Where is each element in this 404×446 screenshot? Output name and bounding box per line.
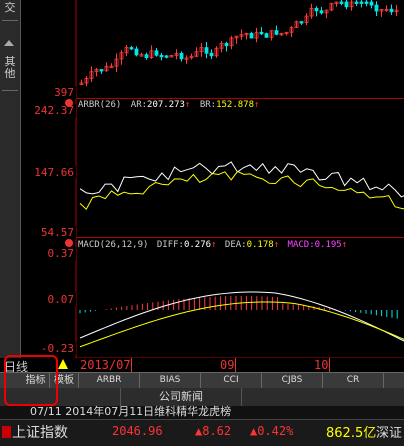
candle-body	[274, 30, 279, 35]
macd-axis-low: -0.23	[22, 342, 76, 355]
macd-diff-line	[79, 291, 404, 342]
tab-cci[interactable]: CCI	[201, 373, 262, 388]
candle-body	[144, 54, 149, 58]
index-status-bar: 上证指数 2046.96 ▲8.62 ▲0.42% 862.5亿 深证	[0, 419, 404, 446]
macd-diff-arrow: ↑	[211, 240, 217, 250]
tab-bias[interactable]: BIAS	[140, 373, 201, 388]
candle-body	[154, 50, 159, 56]
macd-settings-icon[interactable]	[65, 239, 73, 247]
macd-dea-value: 0.178	[246, 240, 274, 250]
panel-separator	[76, 98, 404, 99]
date-tick	[131, 358, 132, 372]
macd-axis-mid: 0.07	[22, 293, 76, 306]
indicator-tabs-bar: 指标 模板 ARBR BIAS CCI CJBS CR	[0, 372, 404, 389]
arbr-br-label: BR:	[199, 100, 217, 110]
ticker-headline[interactable]: 07/11 2014年07月11日维科精华龙虎榜	[30, 403, 231, 419]
candle-body	[359, 1, 364, 4]
candle-body	[344, 1, 349, 8]
index-value: 2046.96	[112, 424, 163, 438]
index-change-pct: ▲0.42%	[250, 424, 294, 438]
candle-body	[339, 1, 344, 4]
date-label-start: 2013/07	[80, 358, 131, 372]
highlight-annotation	[4, 355, 58, 406]
macd-diff-value: 0.276	[183, 240, 212, 250]
candle-body	[164, 55, 169, 58]
candle-body	[224, 42, 229, 47]
macd-macd-label: MACD:	[287, 240, 315, 250]
index-name[interactable]: 上证指数	[12, 422, 68, 442]
date-label-month-1: 09	[220, 358, 235, 372]
arbr-axis-low: 54.57	[22, 226, 76, 239]
date-tick	[235, 358, 236, 372]
tab-cr[interactable]: CR	[323, 373, 384, 388]
next-index-name[interactable]: 深证	[376, 422, 402, 441]
price-axis-low-label: 397	[22, 86, 76, 99]
candle-body	[369, 1, 374, 6]
macd-series	[79, 291, 404, 348]
candle-body	[364, 1, 369, 4]
candle-body	[319, 10, 324, 14]
candle-body	[204, 47, 209, 54]
macd-axis-top: 0.37	[22, 247, 76, 260]
candle-body	[354, 1, 359, 4]
macd-macd-arrow: ↑	[341, 240, 348, 250]
candle-body	[99, 69, 104, 72]
macd-dea-label: DEA:	[224, 240, 247, 250]
warning-icon	[58, 359, 68, 369]
arbr-header: ARBR(26) AR:207.273↑ BR:152.878↑	[78, 100, 259, 110]
date-tick	[329, 358, 330, 372]
candle-body	[134, 48, 139, 56]
index-change: ▲8.62	[195, 424, 232, 438]
date-axis-bar: 日线 2013/07 09 10	[0, 358, 404, 374]
index-turnover: 862.5亿	[326, 426, 377, 441]
index-flag-icon	[2, 426, 11, 438]
macd-diff-label: DIFF:	[156, 240, 184, 250]
tab-cjbs[interactable]: CJBS	[262, 373, 323, 388]
macd-name: MACD(26,12,9)	[78, 240, 149, 250]
macd-macd-value: 0.195	[314, 240, 342, 250]
arbr-ar-arrow: ↑	[184, 100, 191, 110]
macd-header: MACD(26,12,9) DIFF:0.276↑ DEA:0.178↑ MAC…	[78, 240, 347, 250]
arbr-axis-mid: 147.66	[22, 166, 76, 179]
arbr-settings-icon[interactable]	[65, 99, 73, 107]
candle-body	[374, 4, 379, 12]
candlestick-series	[79, 0, 399, 87]
news-ticker: 07/11 2014年07月11日维科精华龙虎榜	[0, 403, 404, 419]
candle-body	[259, 31, 264, 35]
arbr-name: ARBR(26)	[78, 100, 122, 110]
macd-dea-arrow: ↑	[273, 240, 280, 250]
panel-separator	[76, 237, 404, 238]
candle-body	[299, 21, 304, 24]
tab-arbr[interactable]: ARBR	[79, 373, 140, 388]
arbr-br-arrow: ↑	[254, 100, 260, 110]
candle-body	[129, 47, 134, 50]
arbr-ar-label: AR:	[130, 100, 148, 110]
date-label-month-2: 10	[314, 358, 329, 372]
candle-body	[389, 8, 394, 13]
candle-body	[314, 7, 319, 12]
candle-body	[249, 32, 254, 39]
candle-body	[209, 52, 214, 57]
macd-dea-line	[79, 301, 404, 348]
candle-body	[159, 54, 164, 58]
arbr-br-value: 152.878	[216, 100, 255, 110]
candle-body	[179, 52, 184, 60]
candle-body	[264, 33, 269, 38]
tab-overflow[interactable]	[384, 373, 404, 388]
arbr-ar-value: 207.273	[147, 100, 185, 110]
arbr-series	[79, 161, 404, 210]
